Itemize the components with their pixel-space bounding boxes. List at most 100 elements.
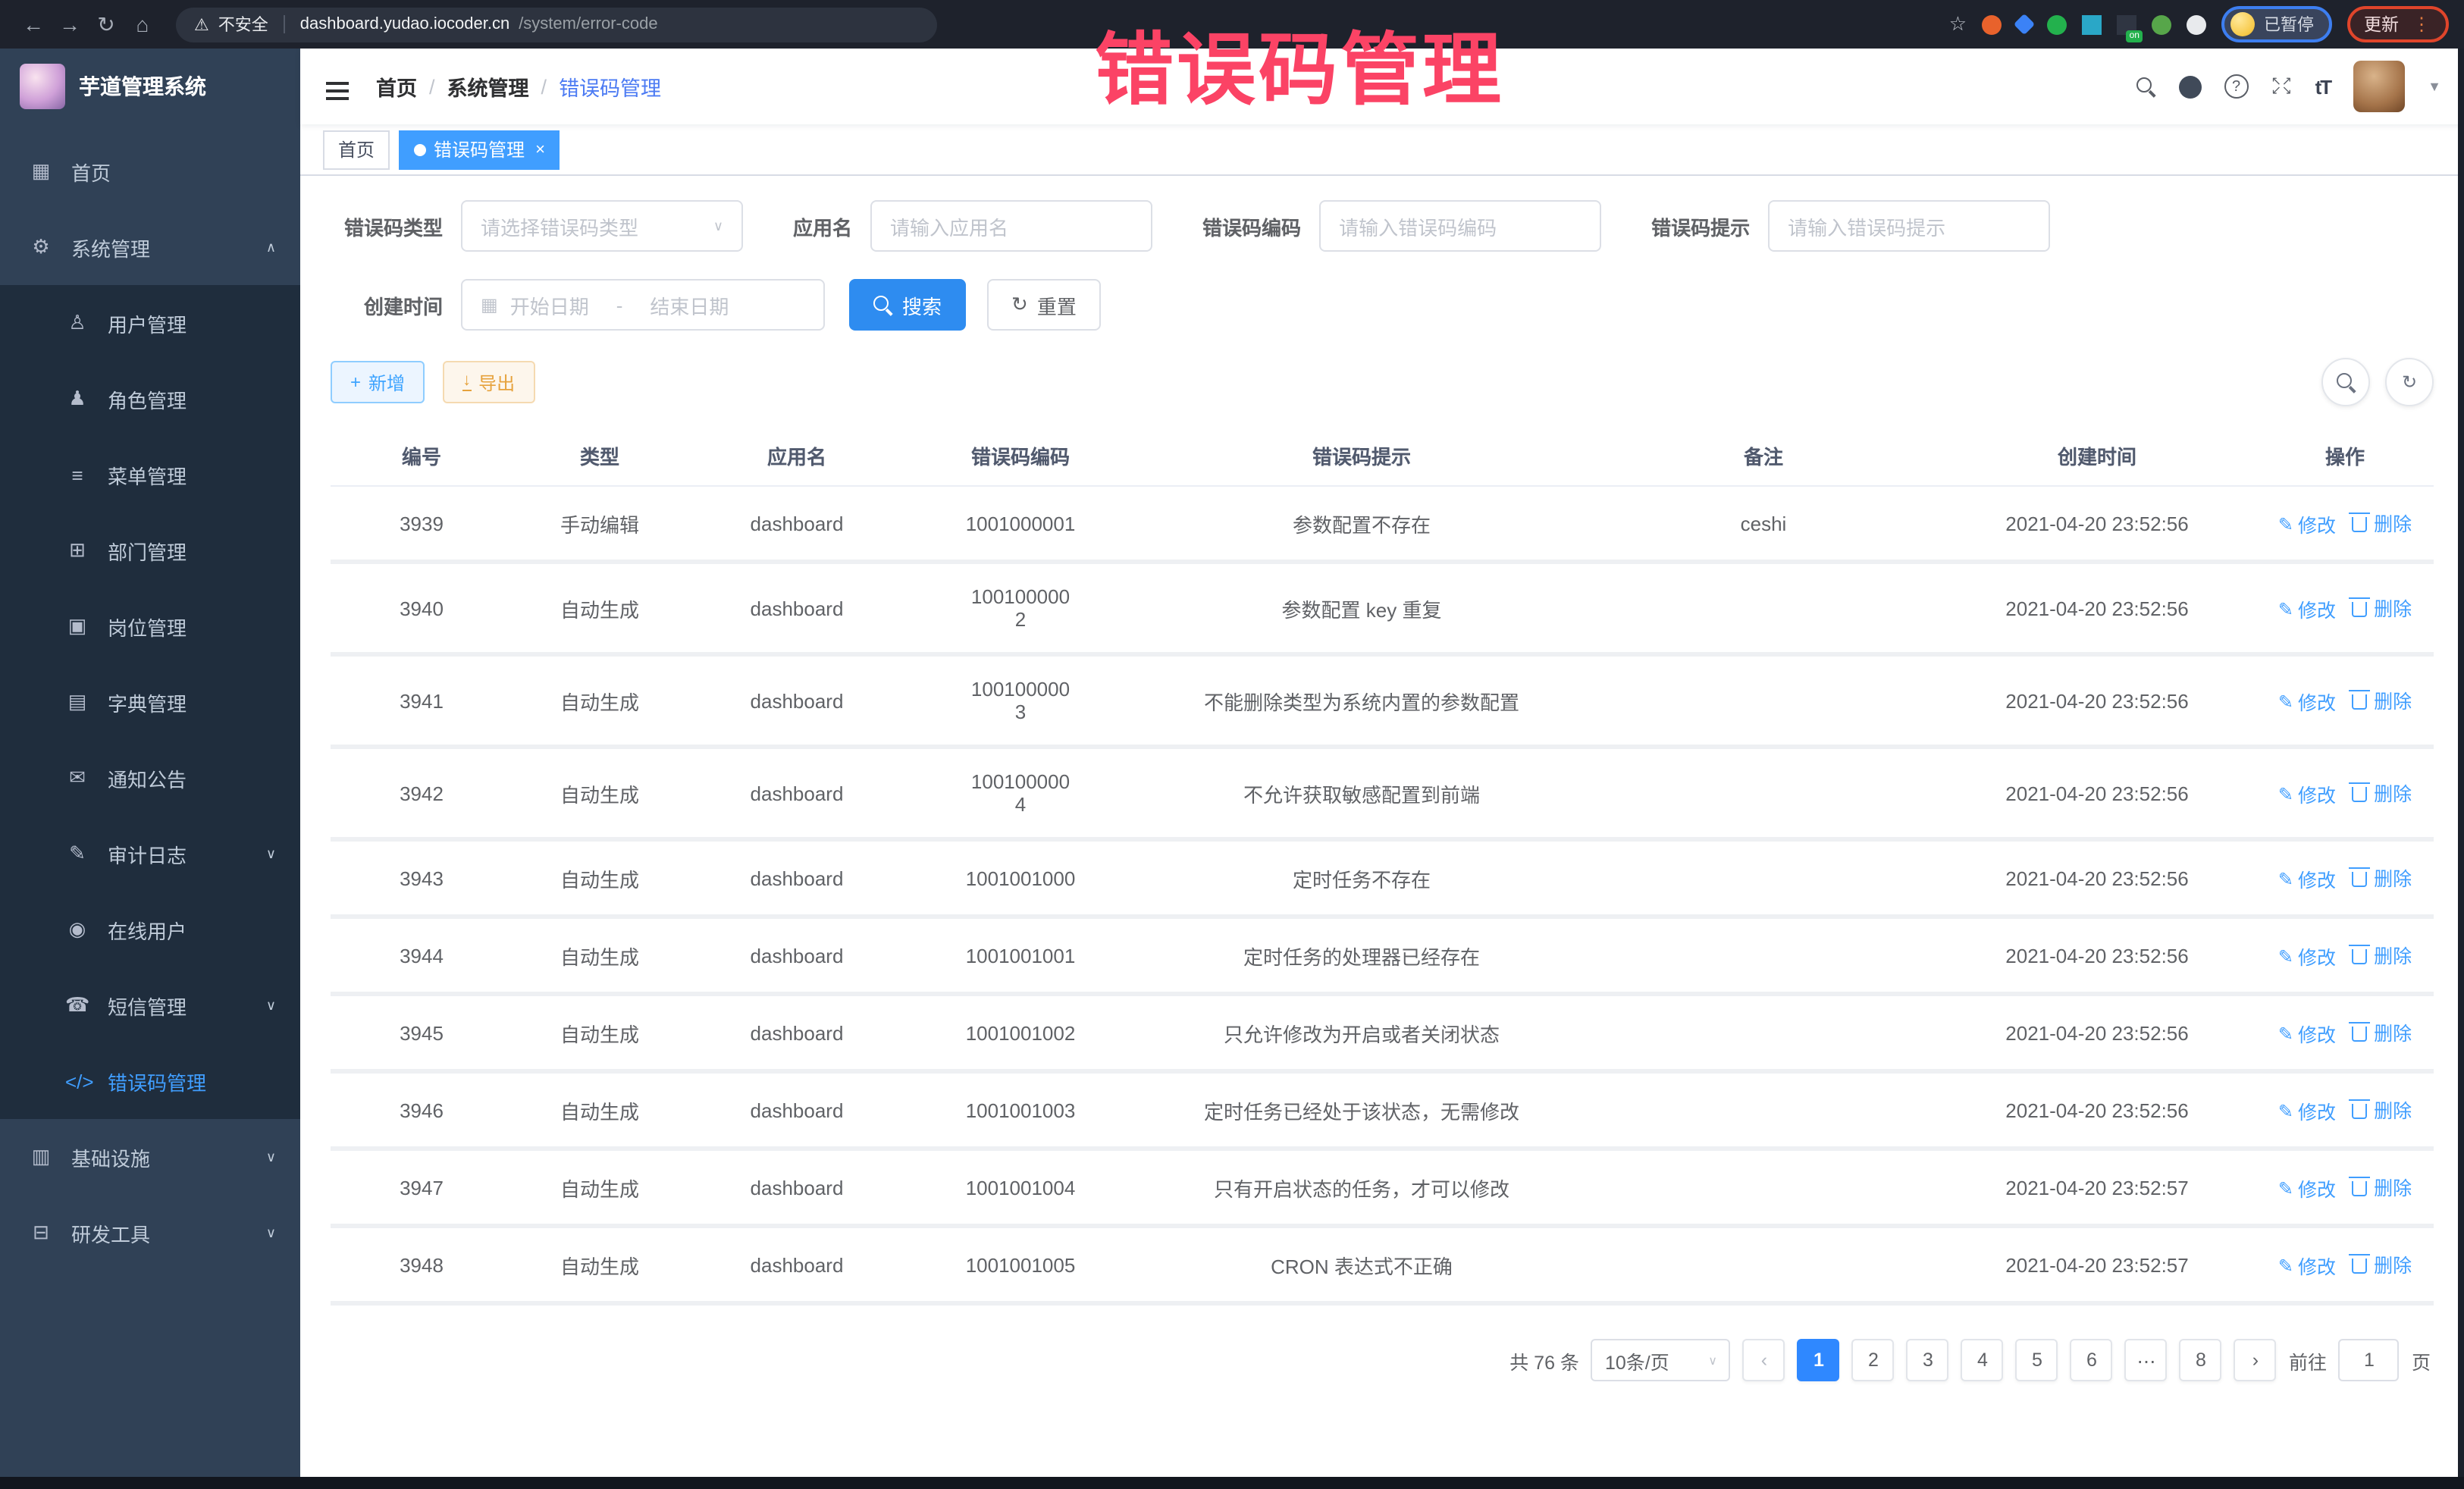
help-icon[interactable]: ? — [2224, 74, 2249, 99]
sidebar-item-部门管理[interactable]: ⊞部门管理 — [0, 513, 300, 588]
sidebar-item-通知公告[interactable]: ✉通知公告 — [0, 740, 300, 816]
page-button-8[interactable]: 8 — [2180, 1339, 2222, 1381]
edit-link[interactable]: ✎修改 — [2278, 1251, 2336, 1280]
delete-link[interactable]: 删除 — [2351, 863, 2412, 892]
fullscreen-icon[interactable]: ↖↗↙↘ — [2271, 77, 2293, 96]
table-row: 3945自动生成dashboard1001001002只允许修改为开启或者关闭状… — [331, 994, 2434, 1071]
next-page-button[interactable]: › — [2234, 1339, 2277, 1381]
cell-app: dashboard — [687, 1149, 907, 1226]
type-select[interactable]: 请选择错误码类型 ∨ — [461, 200, 743, 252]
prev-page-button[interactable]: ‹ — [1743, 1339, 1785, 1381]
extension-green-v[interactable] — [2047, 14, 2067, 34]
show-search-button[interactable] — [2321, 358, 2370, 406]
sidebar-item-基础设施[interactable]: ▥基础设施∨ — [0, 1119, 300, 1195]
sidebar-item-菜单管理[interactable]: ≡菜单管理 — [0, 437, 300, 513]
more-pages-button[interactable]: ⋯ — [2125, 1339, 2168, 1381]
sidebar-item-岗位管理[interactable]: ▣岗位管理 — [0, 588, 300, 664]
delete-link[interactable]: 删除 — [2351, 1095, 2412, 1124]
breadcrumb-separator: / — [429, 75, 435, 98]
reset-button[interactable]: ↻ 重置 — [987, 279, 1101, 331]
sidebar-item-角色管理[interactable]: ♟角色管理 — [0, 361, 300, 437]
delete-link[interactable]: 删除 — [2351, 685, 2412, 714]
refresh-icon: ↻ — [2402, 371, 2417, 393]
search-button[interactable]: 搜索 — [849, 279, 966, 331]
cell-time: 2021-04-20 23:52:56 — [1938, 486, 2256, 562]
edit-link[interactable]: ✎修改 — [2278, 509, 2336, 538]
update-area[interactable]: 更新 ⋮ — [2347, 6, 2449, 42]
export-button[interactable]: ↓ 导出 — [443, 361, 534, 403]
edit-link[interactable]: ✎修改 — [2278, 594, 2336, 623]
page-button-1[interactable]: 1 — [1798, 1339, 1840, 1381]
delete-link[interactable]: 删除 — [2351, 778, 2412, 807]
message-input[interactable]: 请输入错误码提示 — [1768, 200, 2050, 252]
bookmark-star-icon[interactable]: ☆ — [1949, 12, 1967, 36]
jump-page-input[interactable]: 1 — [2339, 1339, 2400, 1381]
add-button[interactable]: + 新增 — [331, 361, 425, 403]
sidebar-item-字典管理[interactable]: ▤字典管理 — [0, 664, 300, 740]
reload-icon[interactable]: ↻ — [88, 11, 124, 37]
page-button-6[interactable]: 6 — [2071, 1339, 2113, 1381]
profile-paused-chip[interactable]: 已暂停 — [2221, 6, 2332, 42]
page-button-5[interactable]: 5 — [2016, 1339, 2058, 1381]
sidebar-item-研发工具[interactable]: ⊟研发工具∨ — [0, 1195, 300, 1271]
delete-link[interactable]: 删除 — [2351, 593, 2412, 622]
user-avatar[interactable] — [2353, 61, 2405, 112]
update-button[interactable]: 更新 — [2364, 12, 2399, 36]
home-icon[interactable]: ⌂ — [124, 12, 161, 36]
edit-icon: ✎ — [2278, 1177, 2293, 1199]
sidebar-item-label: 菜单管理 — [108, 460, 187, 489]
extension-blue-gem[interactable] — [2014, 14, 2035, 35]
sidebar-item-错误码管理[interactable]: </>错误码管理 — [0, 1043, 300, 1119]
delete-link[interactable]: 删除 — [2351, 1017, 2412, 1046]
sidebar-item-首页[interactable]: ▦首页 — [0, 133, 300, 209]
extension-teal-squares[interactable] — [2082, 14, 2102, 34]
sidebar-item-在线用户[interactable]: ◉在线用户 — [0, 892, 300, 967]
code-input[interactable]: 请输入错误码编码 — [1319, 200, 1601, 252]
app-input[interactable]: 请输入应用名 — [870, 200, 1152, 252]
sidebar-item-用户管理[interactable]: ♙用户管理 — [0, 285, 300, 361]
edit-link[interactable]: ✎修改 — [2278, 687, 2336, 716]
breadcrumb-home[interactable]: 首页 — [376, 71, 417, 102]
chevron-down-icon: ∨ — [266, 997, 276, 1014]
github-icon[interactable] — [2179, 75, 2202, 98]
cell-code: 100100000 3 — [907, 654, 1134, 747]
sidebar-item-短信管理[interactable]: ☎短信管理∨ — [0, 967, 300, 1043]
edit-link[interactable]: ✎修改 — [2278, 1019, 2336, 1048]
logo-row[interactable]: 芋道管理系统 — [0, 49, 300, 124]
chevron-down-icon[interactable]: ▼ — [2428, 79, 2441, 94]
sidebar-item-系统管理[interactable]: ⚙系统管理∧ — [0, 209, 300, 285]
browser-menu-icon[interactable]: ⋮ — [2412, 14, 2432, 35]
edit-link[interactable]: ✎修改 — [2278, 942, 2336, 970]
date-range-picker[interactable]: ▦ 开始日期 - 结束日期 — [461, 279, 825, 331]
delete-link[interactable]: 删除 — [2351, 1249, 2412, 1278]
extension-puzzle[interactable] — [2187, 14, 2206, 34]
page-button-3[interactable]: 3 — [1907, 1339, 1949, 1381]
cell-type: 自动生成 — [513, 654, 687, 747]
page-button-2[interactable]: 2 — [1852, 1339, 1895, 1381]
page-button-4[interactable]: 4 — [1961, 1339, 2004, 1381]
breadcrumb-system[interactable]: 系统管理 — [447, 71, 529, 102]
extension-green-key[interactable] — [2152, 14, 2171, 34]
page-size-select[interactable]: 10条/页 ∨ — [1591, 1339, 1731, 1381]
delete-link[interactable]: 删除 — [2351, 1172, 2412, 1201]
forward-icon[interactable]: → — [52, 12, 88, 36]
delete-link[interactable]: 删除 — [2351, 508, 2412, 537]
sidebar-item-审计日志[interactable]: ✎审计日志∨ — [0, 816, 300, 892]
edit-link[interactable]: ✎修改 — [2278, 1096, 2336, 1125]
edit-link[interactable]: ✎修改 — [2278, 779, 2336, 808]
close-icon[interactable]: × — [535, 140, 545, 158]
text-size-icon[interactable]: tT — [2315, 75, 2331, 98]
tab-home[interactable]: 首页 — [323, 130, 390, 169]
extension-dark-on[interactable]: on — [2117, 14, 2136, 34]
edit-link[interactable]: ✎修改 — [2278, 864, 2336, 893]
edit-link[interactable]: ✎修改 — [2278, 1174, 2336, 1202]
hamburger-icon[interactable] — [323, 73, 352, 100]
window-scrollbar[interactable] — [2458, 49, 2464, 1477]
tab-error-code[interactable]: 错误码管理 × — [399, 130, 560, 169]
extension-orange-gear[interactable] — [1982, 14, 2002, 34]
address-bar[interactable]: ⚠ 不安全 dashboard.yudao.iocoder.cn/system/… — [176, 7, 937, 42]
back-icon[interactable]: ← — [15, 12, 52, 36]
refresh-table-button[interactable]: ↻ — [2385, 358, 2434, 406]
delete-link[interactable]: 删除 — [2351, 940, 2412, 969]
search-icon[interactable] — [2136, 77, 2156, 96]
